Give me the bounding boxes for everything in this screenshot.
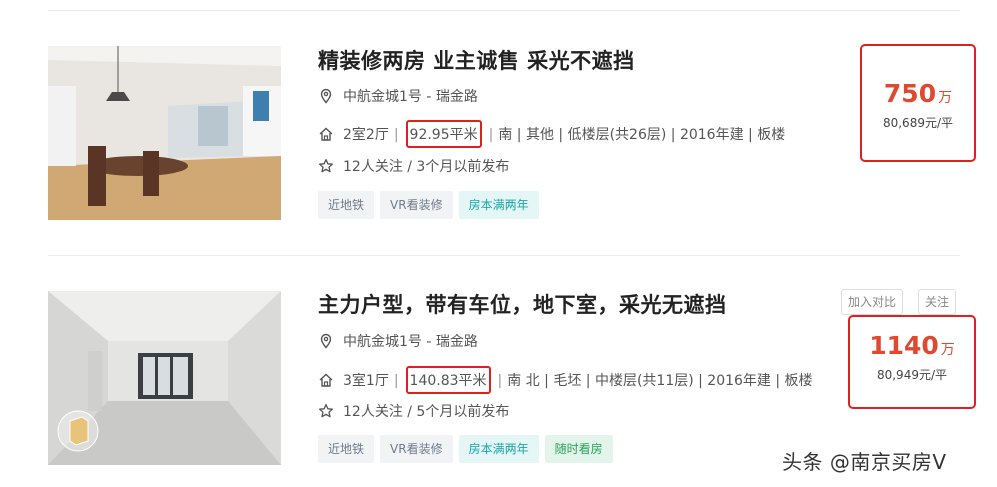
tag-list: 近地铁 VR看装修 房本满两年 bbox=[318, 191, 539, 219]
listing-card[interactable]: 精装修两房 业主诚售 采光不遮挡 中航金城1号 - 瑞金路 2室2厅 | 92.95… bbox=[48, 44, 976, 236]
house-info-row: 3室1厅 | 140.83平米 | 南 北 | 毛坯 | 中楼层(共11层) | 201… bbox=[318, 366, 813, 394]
tag-two-years: 房本满两年 bbox=[458, 435, 539, 463]
tag-vr[interactable]: VR看装修 bbox=[380, 191, 453, 219]
follow-button[interactable]: 关注 bbox=[918, 289, 957, 315]
listing-divider bbox=[48, 255, 960, 256]
listing-title[interactable]: 主力户型，带有车位，地下室，采光无遮挡 bbox=[318, 289, 727, 319]
community-link[interactable]: 中航金城1号 - 瑞金路 bbox=[343, 86, 478, 106]
community-row: 中航金城1号 - 瑞金路 bbox=[318, 86, 478, 106]
house-icon bbox=[318, 372, 334, 388]
star-icon bbox=[318, 158, 334, 174]
community-link[interactable]: 中航金城1号 - 瑞金路 bbox=[343, 331, 478, 351]
listing-title[interactable]: 精装修两房 业主诚售 采光不遮挡 bbox=[318, 45, 635, 75]
unit-price: 80,949元/平 bbox=[876, 368, 948, 382]
listing-photo[interactable] bbox=[48, 291, 281, 465]
house-info-row: 2室2厅 | 92.95平米 | 南 | 其他 | 低楼层(共26层) | 2016年建… bbox=[318, 120, 785, 148]
location-pin-icon bbox=[318, 88, 334, 104]
tag-list: 近地铁 VR看装修 房本满两年 随时看房 bbox=[318, 435, 613, 463]
follow-row: 12人关注 / 5个月以前发布 bbox=[318, 401, 509, 421]
follow-text: 12人关注 / 5个月以前发布 bbox=[343, 404, 510, 420]
separator: | bbox=[488, 127, 494, 143]
layout-text: 3室1厅 bbox=[343, 373, 389, 389]
separator: | bbox=[497, 373, 503, 389]
house-icon bbox=[318, 126, 334, 142]
tag-two-years: 房本满两年 bbox=[458, 191, 539, 219]
separator: | bbox=[393, 127, 399, 143]
price-highlight: 1140 万 80,949元/平 bbox=[848, 315, 976, 409]
follow-row: 12人关注 / 3个月以前发布 bbox=[318, 156, 509, 176]
watermark: 头条 @南京买房V bbox=[782, 450, 947, 474]
unit-price: 80,689元/平 bbox=[882, 116, 954, 130]
star-icon bbox=[318, 403, 334, 419]
detail-text: 南 北 | 毛坯 | 中楼层(共11层) | 2016年建 | 板楼 bbox=[507, 373, 813, 389]
area-highlight: 92.95平米 bbox=[405, 120, 482, 148]
tag-anytime-viewing: 随时看房 bbox=[544, 435, 613, 463]
top-divider bbox=[48, 10, 960, 11]
community-row: 中航金城1号 - 瑞金路 bbox=[318, 331, 478, 351]
separator: | bbox=[393, 373, 399, 389]
follow-text: 12人关注 / 3个月以前发布 bbox=[343, 159, 510, 175]
layout-text: 2室2厅 bbox=[343, 127, 389, 143]
add-compare-button[interactable]: 加入对比 bbox=[841, 289, 904, 315]
location-pin-icon bbox=[318, 333, 334, 349]
area-highlight: 140.83平米 bbox=[405, 366, 491, 394]
listing-photo[interactable] bbox=[48, 46, 281, 220]
total-price: 1140 万 bbox=[869, 331, 955, 360]
price-highlight: 750 万 80,689元/平 bbox=[860, 44, 976, 162]
tag-subway: 近地铁 bbox=[318, 435, 375, 463]
total-price: 750 万 bbox=[883, 79, 953, 108]
detail-text: 南 | 其他 | 低楼层(共26层) | 2016年建 | 板楼 bbox=[498, 127, 786, 143]
tag-subway: 近地铁 bbox=[318, 191, 375, 219]
tag-vr[interactable]: VR看装修 bbox=[380, 435, 453, 463]
